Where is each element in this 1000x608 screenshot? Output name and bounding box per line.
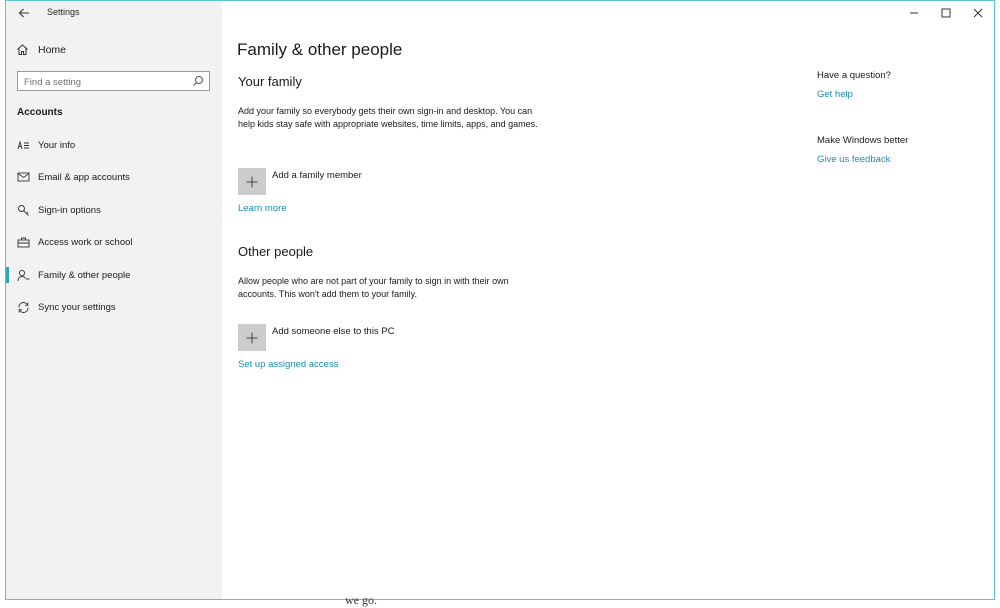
plus-tile (238, 168, 266, 195)
add-someone-else-label: Add someone else to this PC (272, 326, 395, 337)
app-title: Settings (47, 7, 80, 17)
close-button[interactable] (962, 1, 994, 25)
add-someone-else-button[interactable]: Add someone else to this PC (238, 324, 395, 351)
back-button[interactable] (14, 4, 34, 22)
set-up-assigned-access-link[interactable]: Set up assigned access (238, 359, 338, 370)
home-label: Home (38, 44, 67, 56)
maximize-icon (941, 8, 951, 18)
search-icon[interactable] (192, 75, 204, 87)
your-family-heading: Your family (238, 74, 302, 89)
settings-window: Settings Home Accounts Your info (5, 0, 995, 600)
close-icon (973, 8, 983, 18)
add-family-member-button[interactable]: Add a family member (238, 168, 362, 195)
sidebar-item-family-other-people[interactable]: Family & other people (6, 264, 222, 286)
search-input[interactable] (18, 73, 189, 92)
minimize-icon (910, 12, 918, 14)
person-add-icon (16, 268, 30, 282)
sidebar-item-label: Email & app accounts (38, 171, 130, 183)
back-arrow-icon (18, 8, 29, 18)
page-title: Family & other people (237, 40, 403, 59)
plus-tile (238, 324, 266, 351)
sidebar-item-sync-settings[interactable]: Sync your settings (6, 296, 222, 318)
sidebar-item-label: Your info (38, 139, 76, 151)
sidebar-item-email-app-accounts[interactable]: Email & app accounts (6, 166, 222, 188)
section-label-accounts: Accounts (17, 107, 63, 118)
mail-icon (16, 170, 30, 184)
sync-icon (16, 300, 30, 314)
sidebar-item-your-info[interactable]: Your info (6, 134, 222, 156)
sidebar-item-sign-in-options[interactable]: Sign-in options (6, 199, 222, 221)
plus-icon (246, 176, 258, 187)
home-icon (16, 43, 30, 57)
sidebar-item-access-work-school[interactable]: Access work or school (6, 231, 222, 253)
briefcase-icon (16, 235, 30, 249)
sidebar-item-label: Family & other people (38, 269, 131, 281)
search-box[interactable] (17, 71, 210, 92)
minimize-button[interactable] (898, 1, 930, 25)
other-people-heading: Other people (238, 244, 314, 259)
sidebar-item-label: Access work or school (38, 236, 133, 248)
plus-icon (246, 332, 258, 343)
maximize-button[interactable] (930, 1, 962, 25)
sidebar-item-label: Sign-in options (38, 204, 101, 216)
contact-card-icon (16, 138, 30, 152)
background-text: we go. (345, 593, 377, 607)
get-help-link[interactable]: Get help (817, 89, 853, 100)
make-windows-better-heading: Make Windows better (817, 135, 909, 146)
home-nav-item[interactable]: Home (16, 41, 66, 59)
give-feedback-link[interactable]: Give us feedback (817, 154, 890, 165)
learn-more-link[interactable]: Learn more (238, 203, 287, 214)
add-family-member-label: Add a family member (272, 170, 362, 181)
sidebar: Settings Home Accounts Your info (6, 1, 222, 599)
key-icon (16, 203, 30, 217)
your-family-description: Add your family so everybody gets their … (238, 106, 538, 129)
title-bar: Settings (6, 1, 222, 27)
sidebar-item-label: Sync your settings (38, 301, 116, 313)
have-a-question-heading: Have a question? (817, 70, 891, 81)
window-controls (898, 1, 994, 25)
other-people-description: Allow people who are not part of your fa… (238, 276, 509, 299)
